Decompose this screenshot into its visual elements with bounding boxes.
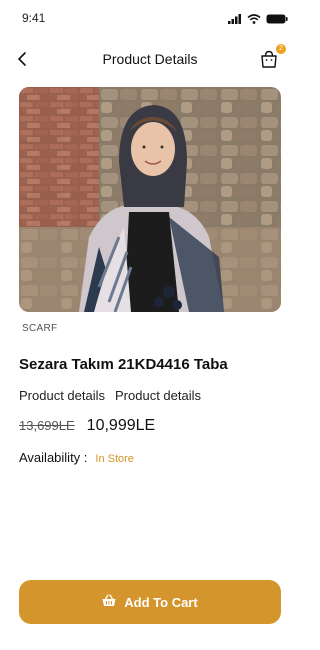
header: Product Details 2 <box>0 44 300 74</box>
current-price: 10,999LE <box>86 417 156 434</box>
product-name: Sezara Takım 21KD4416 Taba <box>19 356 228 373</box>
availability-label: Availability : <box>19 450 88 465</box>
availability-status: In Store <box>95 453 134 465</box>
add-to-cart-button[interactable]: Add To Cart <box>19 580 281 624</box>
cart-count-badge: 2 <box>276 44 286 54</box>
shopping-bag-icon <box>258 50 280 74</box>
add-to-cart-label: Add To Cart <box>124 594 198 610</box>
product-category: SCARF <box>22 323 58 334</box>
wifi-icon <box>247 11 261 29</box>
availability: Availability : In Store <box>19 450 134 465</box>
product-image <box>19 87 281 312</box>
cart-button[interactable]: 2 <box>258 44 286 70</box>
product-details-row: Product details Product details <box>19 388 201 403</box>
product-detail-item: Product details <box>19 388 105 403</box>
status-time: 9:41 <box>22 11 46 25</box>
status-bar: 9:41 <box>0 0 300 34</box>
product-detail-item: Product details <box>115 388 201 403</box>
signal-icon <box>228 11 242 29</box>
page-title: Product Details <box>102 51 198 67</box>
basket-icon <box>102 594 116 610</box>
battery-icon <box>266 11 288 29</box>
status-icons <box>228 11 288 29</box>
price-row: 13,699LE 10,999LE <box>19 417 155 435</box>
old-price: 13,699LE <box>19 418 75 433</box>
